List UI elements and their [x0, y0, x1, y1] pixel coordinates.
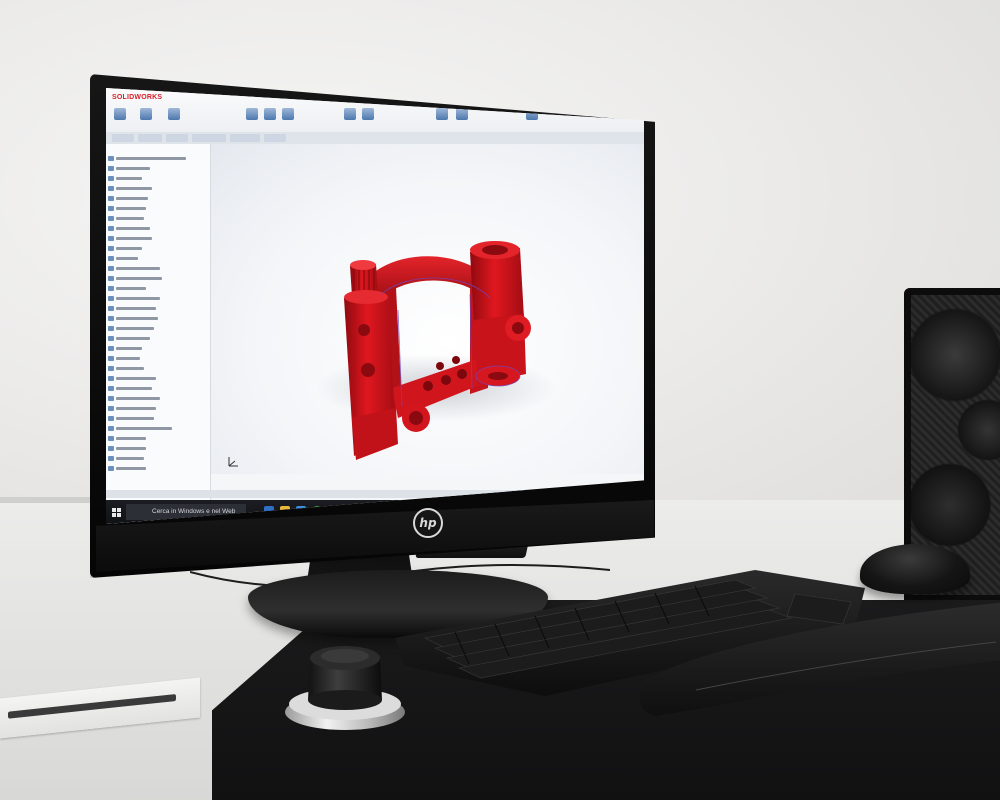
desk-photo-scene: hp SOLIDWORKS Cerca in Windows e nel Web: [0, 0, 1000, 800]
computer-mouse[interactable]: [860, 544, 970, 594]
cable-slot-opening: [8, 694, 176, 719]
axis-triad-icon: [228, 457, 238, 467]
hp-logo-icon: hp: [413, 508, 443, 538]
monitor-screen: SOLIDWORKS Cerca in Windows e nel Web: [106, 88, 644, 524]
wrist-rest: [639, 602, 1000, 716]
cad-3d-part[interactable]: [106, 88, 644, 524]
3d-spacemouse[interactable]: [282, 636, 408, 732]
windows-start-icon[interactable]: [112, 508, 121, 517]
